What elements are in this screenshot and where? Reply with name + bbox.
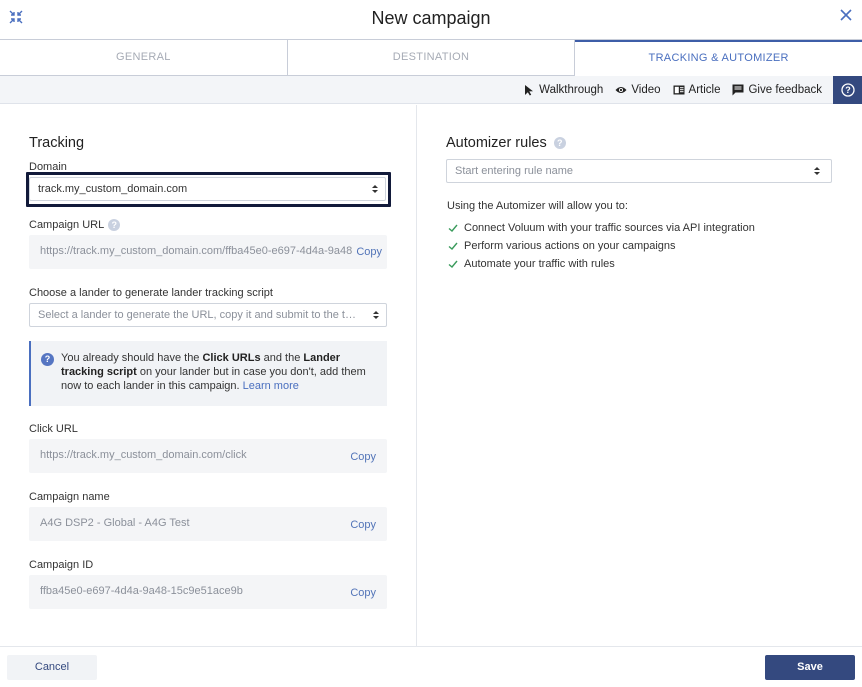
automizer-bullet: Perform various actions on your campaign… [448, 240, 676, 252]
sort-arrows-icon [372, 185, 378, 193]
close-icon[interactable] [838, 7, 854, 23]
lander-select[interactable]: Select a lander to generate the URL, cop… [29, 303, 387, 327]
cancel-button[interactable]: Cancel [7, 655, 97, 680]
check-icon [448, 242, 458, 250]
campaign-url-help-icon[interactable]: ? [108, 219, 121, 232]
campaign-url-field: https://track.my_custom_domain.com/ffba4… [29, 235, 387, 269]
save-button[interactable]: Save [765, 655, 855, 680]
info-text-2: and the [260, 352, 304, 364]
campaign-name-value: A4G DSP2 - Global - A4G Test [40, 517, 190, 529]
eye-icon [615, 87, 627, 93]
lander-label: Choose a lander to generate lander track… [29, 287, 273, 299]
click-url-field: https://track.my_custom_domain.com/click… [29, 439, 387, 473]
click-url-label: Click URL [29, 423, 78, 435]
walkthrough-label: Walkthrough [539, 84, 604, 96]
tab-general[interactable]: GENERAL [0, 40, 288, 75]
automizer-bullet: Connect Voluum with your traffic sources… [448, 222, 755, 234]
walkthrough-link[interactable]: Walkthrough [523, 84, 603, 96]
tab-bar: GENERAL DESTINATION TRACKING & AUTOMIZER [0, 39, 862, 76]
lander-info-box: ? You already should have the Click URLs… [29, 341, 387, 406]
domain-value: track.my_custom_domain.com [38, 183, 188, 195]
bullet-text: Connect Voluum with your traffic sources… [464, 222, 755, 234]
click-url-copy-button[interactable]: Copy [347, 451, 376, 463]
modal-header: New campaign [0, 0, 862, 40]
learn-more-link[interactable]: Learn more [243, 380, 299, 392]
automizer-panel: Automizer rules? Start entering rule nam… [418, 105, 862, 646]
question-info-icon: ? [41, 353, 54, 366]
campaign-name-field: A4G DSP2 - Global - A4G Test Copy [29, 507, 387, 541]
feedback-link[interactable]: Give feedback [732, 84, 822, 96]
domain-select[interactable]: track.my_custom_domain.com [29, 177, 386, 201]
campaign-url-value: https://track.my_custom_domain.com/ffba4… [40, 245, 352, 257]
tab-destination[interactable]: DESTINATION [287, 40, 576, 75]
feedback-label: Give feedback [748, 84, 822, 96]
check-icon [448, 260, 458, 268]
automizer-bullet: Automate your traffic with rules [448, 258, 615, 270]
sort-arrows-icon [373, 311, 379, 319]
automizer-intro: Using the Automizer will allow you to: [447, 200, 628, 212]
tracking-title: Tracking [29, 135, 85, 151]
automizer-help-icon[interactable]: ? [553, 137, 566, 150]
modal-footer: Cancel Save [0, 646, 862, 687]
campaign-name-label: Campaign name [29, 491, 110, 503]
modal-title: New campaign [371, 8, 491, 28]
info-text-1: You already should have the [61, 352, 203, 364]
lander-placeholder: Select a lander to generate the URL, cop… [38, 309, 358, 321]
bullet-text: Perform various actions on your campaign… [464, 240, 676, 252]
campaign-id-value: ffba45e0-e697-4d4a-9a48-15c9e51ace9b [40, 585, 243, 597]
check-icon [448, 224, 458, 232]
campaign-url-label: Campaign URL? [29, 219, 121, 232]
tab-tracking-automizer[interactable]: TRACKING & AUTOMIZER [575, 40, 862, 76]
rule-placeholder: Start entering rule name [455, 165, 574, 177]
automizer-title: Automizer rules? [446, 135, 566, 151]
article-icon [673, 85, 685, 95]
bullet-text: Automate your traffic with rules [464, 258, 615, 270]
article-link[interactable]: Article [673, 84, 721, 96]
svg-text:?: ? [845, 85, 851, 95]
sort-arrows-icon [814, 167, 820, 175]
automizer-title-text: Automizer rules [446, 135, 547, 151]
automizer-rule-select[interactable]: Start entering rule name [446, 159, 832, 183]
campaign-url-copy-button[interactable]: Copy [353, 246, 382, 258]
info-bold-click-urls: Click URLs [202, 352, 261, 364]
campaign-name-copy-button[interactable]: Copy [347, 519, 376, 531]
campaign-id-field: ffba45e0-e697-4d4a-9a48-15c9e51ace9b Cop… [29, 575, 387, 609]
cursor-icon [525, 85, 534, 96]
video-label: Video [631, 84, 661, 96]
campaign-id-label: Campaign ID [29, 559, 94, 571]
help-toolbar: Walkthrough Video Article Give feedback … [0, 76, 862, 104]
chat-icon [732, 84, 744, 96]
campaign-url-label-text: Campaign URL [29, 219, 105, 231]
click-url-value: https://track.my_custom_domain.com/click [40, 449, 247, 461]
article-label: Article [688, 84, 721, 96]
campaign-id-copy-button[interactable]: Copy [347, 587, 376, 599]
question-icon[interactable]: ? [833, 76, 862, 104]
video-link[interactable]: Video [615, 84, 661, 96]
